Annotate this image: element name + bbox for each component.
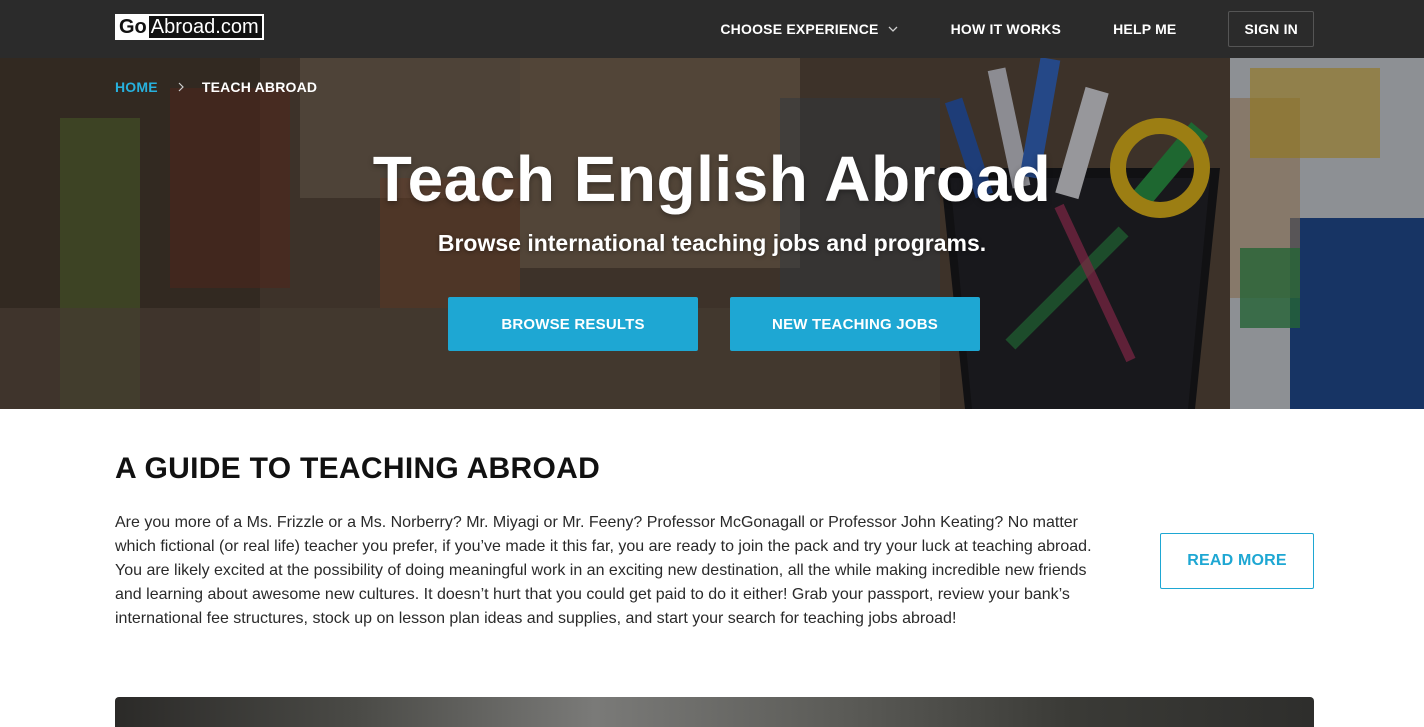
new-teaching-jobs-button[interactable]: NEW TEACHING JOBS <box>730 297 980 351</box>
sign-in-button[interactable]: SIGN IN <box>1228 11 1314 47</box>
nav-choose-experience[interactable]: CHOOSE EXPERIENCE <box>720 21 898 37</box>
goabroad-logo[interactable]: Go Abroad.com <box>115 14 264 40</box>
breadcrumb: HOME TEACH ABROAD <box>115 79 317 95</box>
nav-links: CHOOSE EXPERIENCE HOW IT WORKS HELP ME S… <box>720 0 1314 58</box>
chevron-down-icon <box>888 26 898 32</box>
chevron-right-icon <box>178 82 184 92</box>
logo-abroad: Abroad.com <box>148 16 262 38</box>
nav-choose-experience-label: CHOOSE EXPERIENCE <box>720 21 879 37</box>
nav-help-me[interactable]: HELP ME <box>1113 21 1176 37</box>
featured-image-card <box>115 697 1314 727</box>
nav-help-me-label: HELP ME <box>1113 21 1177 37</box>
browse-results-button[interactable]: BROWSE RESULTS <box>448 297 698 351</box>
page-subtitle: Browse international teaching jobs and p… <box>437 230 987 256</box>
nav-how-it-works[interactable]: HOW IT WORKS <box>951 21 1062 37</box>
breadcrumb-home-link[interactable]: HOME <box>115 79 158 95</box>
sign-in-label: SIGN IN <box>1244 21 1298 37</box>
hero-banner: HOME TEACH ABROAD Teach English Abroad B… <box>0 58 1424 409</box>
nav-how-it-works-label: HOW IT WORKS <box>950 21 1062 37</box>
page-title: Teach English Abroad <box>372 143 1052 215</box>
guide-heading: A GUIDE TO TEACHING ABROAD <box>115 452 601 485</box>
guide-body-text: Are you more of a Ms. Frizzle or a Ms. N… <box>115 514 1092 627</box>
top-navigation: Go Abroad.com CHOOSE EXPERIENCE HOW IT W… <box>0 0 1424 58</box>
logo-go: Go <box>117 16 149 38</box>
breadcrumb-current: TEACH ABROAD <box>201 79 318 95</box>
read-more-button[interactable]: READ MORE <box>1160 533 1314 589</box>
